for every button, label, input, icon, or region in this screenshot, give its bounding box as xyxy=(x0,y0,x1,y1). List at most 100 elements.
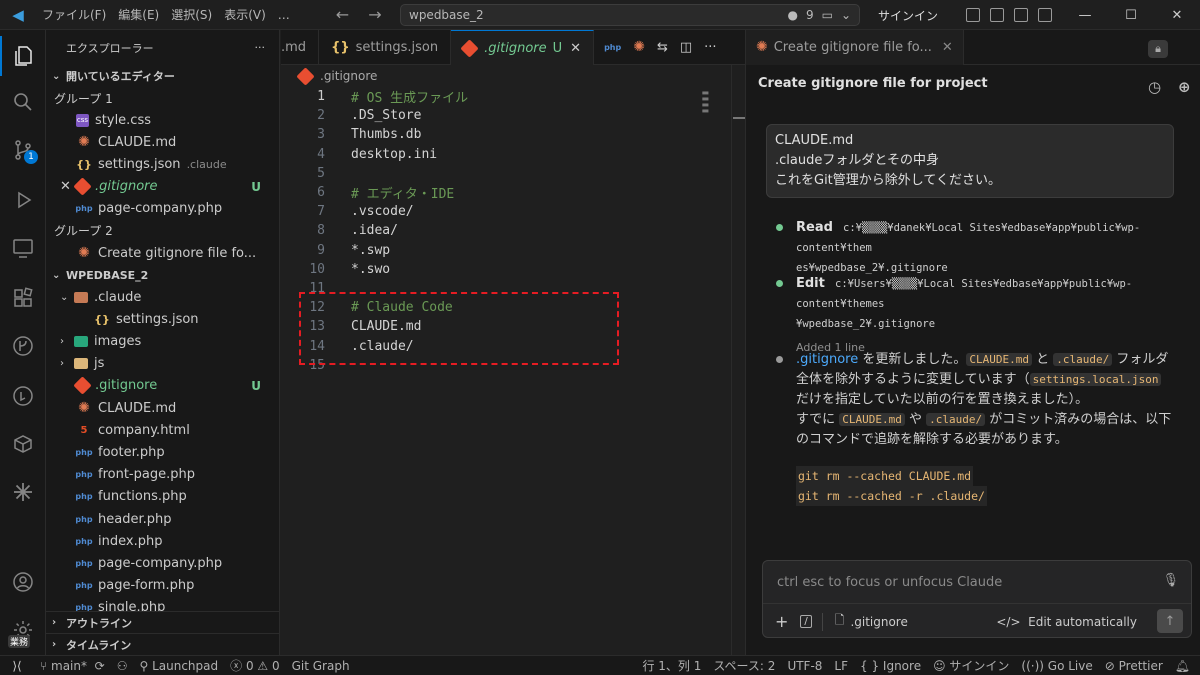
tree-file[interactable]: php index.php xyxy=(46,530,279,552)
tab-gitignore[interactable]: .gitignore U ✕ xyxy=(451,30,595,65)
editor-scrollbar[interactable] xyxy=(731,65,745,655)
send-button[interactable]: ↑ xyxy=(1157,609,1183,633)
customize-layout-icon[interactable] xyxy=(966,8,980,22)
microphone-icon[interactable]: 🎙︎ xyxy=(1162,573,1179,588)
breadcrumb[interactable]: .gitignore xyxy=(281,65,745,87)
code-line[interactable]: 8 .idea/ xyxy=(281,221,745,240)
more-actions-icon[interactable]: ··· xyxy=(255,41,266,54)
branch-status[interactable]: ⑂ main* ⟳ xyxy=(34,659,111,673)
close-icon[interactable]: ✕ xyxy=(1154,0,1200,30)
history-icon[interactable]: ◷ xyxy=(1148,78,1161,96)
graph-icon[interactable]: ⚇ xyxy=(111,659,134,673)
tree-file[interactable]: php functions.php xyxy=(46,486,279,508)
git-graph-button[interactable]: Git Graph xyxy=(286,659,356,673)
tree-file[interactable]: .gitignore U xyxy=(46,375,279,397)
toggle-panel-icon[interactable] xyxy=(1014,8,1028,22)
code-line[interactable]: 6 # エディタ・IDE xyxy=(281,183,745,202)
tool-path[interactable]: c:¥Users¥▒▒▒▒¥Local Sites¥edbase¥app¥pub… xyxy=(796,278,1132,310)
code-line[interactable]: 1 # OS 生成ファイル xyxy=(281,87,745,106)
toggle-sidebar-icon[interactable] xyxy=(990,8,1004,22)
tree-file[interactable]: ✺ CLAUDE.md xyxy=(46,397,279,419)
outline-section[interactable]: › アウトライン xyxy=(46,611,279,633)
tree-file[interactable]: 5 company.html xyxy=(46,419,279,441)
php-file-icon[interactable]: php xyxy=(604,43,621,52)
project-section[interactable]: ⌄ WPEDBASE_2 xyxy=(46,264,279,286)
problems-status[interactable]: ⓧ 0 ⚠ 0 xyxy=(224,657,286,674)
context-file[interactable]: .gitignore xyxy=(850,615,907,629)
tab-claude-session[interactable]: ✺ Create gitignore file fo... ✕ xyxy=(746,29,964,65)
chevron-down-icon[interactable]: ⌄ xyxy=(841,8,851,22)
split-editor-icon[interactable]: ◫ xyxy=(680,40,692,55)
menu-more[interactable]: … xyxy=(272,8,296,22)
slash-command-icon[interactable]: / xyxy=(800,615,812,628)
open-editor-item[interactable]: {} settings.json .claude xyxy=(46,153,279,175)
tree-folder[interactable]: ⌄ .claude xyxy=(46,286,279,308)
open-editors-section[interactable]: ⌄ 開いているエディター xyxy=(46,65,279,87)
menu-file[interactable]: ファイル(F) xyxy=(36,6,112,23)
new-session-icon[interactable]: ⊕ xyxy=(1178,78,1191,96)
remote-explorer-icon[interactable] xyxy=(0,228,46,268)
tree-file[interactable]: php front-page.php xyxy=(46,464,279,486)
tab-settings-json[interactable]: {} settings.json xyxy=(319,30,452,65)
account-status[interactable]: ☺ サインイン xyxy=(927,657,1015,674)
toggle-secondary-sidebar-icon[interactable] xyxy=(1038,8,1052,22)
code-line[interactable]: 4 desktop.ini xyxy=(281,145,745,164)
file-link[interactable]: .gitignore xyxy=(796,352,858,367)
back-arrow-icon[interactable]: ← xyxy=(336,5,349,24)
menu-selection[interactable]: 選択(S) xyxy=(165,6,218,23)
tree-folder[interactable]: › js xyxy=(46,353,279,375)
tree-file[interactable]: php footer.php xyxy=(46,441,279,463)
minimize-icon[interactable]: — xyxy=(1062,0,1108,30)
minimap[interactable]: ▬ ▬ ▬ ▬ xyxy=(701,89,709,115)
golive-button[interactable]: ((·)) Go Live xyxy=(1015,659,1098,673)
close-tab-icon[interactable]: ✕ xyxy=(942,40,953,55)
open-editor-item[interactable]: ✺ CLAUDE.md xyxy=(46,131,279,153)
open-editor-item[interactable]: ✺ Create gitignore file fo... xyxy=(46,242,279,264)
tab-claude-md[interactable]: .md xyxy=(281,30,320,65)
chat-input[interactable]: ctrl esc to focus or unfocus Claude 🎙︎ +… xyxy=(762,560,1192,638)
menu-view[interactable]: 表示(V) xyxy=(218,6,272,23)
tool-path[interactable]: c:¥▒▒▒▒¥danek¥Local Sites¥edbase¥app¥pub… xyxy=(796,222,1140,254)
code-line[interactable]: 7 .vscode/ xyxy=(281,202,745,221)
extensions-icon[interactable] xyxy=(0,278,46,318)
more-actions-icon[interactable]: ··· xyxy=(704,40,716,55)
forward-arrow-icon[interactable]: → xyxy=(368,5,381,24)
close-tab-icon[interactable]: ✕ xyxy=(570,41,581,56)
edit-mode-toggle[interactable]: </> Edit automatically xyxy=(996,615,1137,629)
indentation[interactable]: スペース: 2 xyxy=(707,657,781,674)
explorer-icon[interactable] xyxy=(0,36,46,76)
add-attachment-icon[interactable]: + xyxy=(775,612,788,631)
launchpad-button[interactable]: ⚲ Launchpad xyxy=(133,659,224,673)
code-line[interactable]: 5 xyxy=(281,164,745,183)
tool-path[interactable]: es¥wpedbase_2¥.gitignore xyxy=(796,262,948,274)
timeline-section[interactable]: › タイムライン xyxy=(46,633,279,655)
gitlens-icon[interactable] xyxy=(0,326,46,366)
open-editor-item[interactable]: php page-company.php xyxy=(46,198,279,220)
remote-icon[interactable]: ⟩⟨ xyxy=(0,659,34,673)
git-graph-icon[interactable] xyxy=(0,376,46,416)
containers-icon[interactable] xyxy=(0,424,46,464)
claude-icon[interactable] xyxy=(0,472,46,512)
compare-changes-icon[interactable]: ⇆ xyxy=(657,40,668,55)
command-center-search[interactable]: wpedbase_2 ● 9 ▭ ⌄ xyxy=(400,4,860,26)
tree-file[interactable]: {} settings.json xyxy=(46,308,279,330)
source-control-icon[interactable]: 1 xyxy=(0,130,46,170)
tool-path[interactable]: ¥wpedbase_2¥.gitignore xyxy=(796,318,935,330)
tree-file[interactable]: php page-form.php xyxy=(46,575,279,597)
line-ending[interactable]: LF xyxy=(828,659,854,673)
menu-edit[interactable]: 編集(E) xyxy=(112,6,165,23)
notifications-icon[interactable]: 🔔︎ xyxy=(1169,659,1200,673)
code-line[interactable]: 9 *.swp xyxy=(281,241,745,260)
code-line[interactable]: 3 Thumbs.db xyxy=(281,125,745,144)
encoding[interactable]: UTF-8 xyxy=(781,659,828,673)
lock-icon[interactable]: 🔒︎ xyxy=(1148,40,1168,58)
tree-file[interactable]: php header.php xyxy=(46,508,279,530)
run-debug-icon[interactable] xyxy=(0,180,46,220)
search-icon[interactable] xyxy=(0,82,46,122)
cursor-position[interactable]: 行 1、列 1 xyxy=(636,657,707,674)
language-mode[interactable]: { } Ignore xyxy=(854,659,927,673)
code-line[interactable]: 2 .DS_Store xyxy=(281,106,745,125)
tree-file[interactable]: php page-company.php xyxy=(46,552,279,574)
signin-button[interactable]: サインイン xyxy=(878,7,938,24)
prettier-status[interactable]: ⊘ Prettier xyxy=(1099,659,1169,673)
